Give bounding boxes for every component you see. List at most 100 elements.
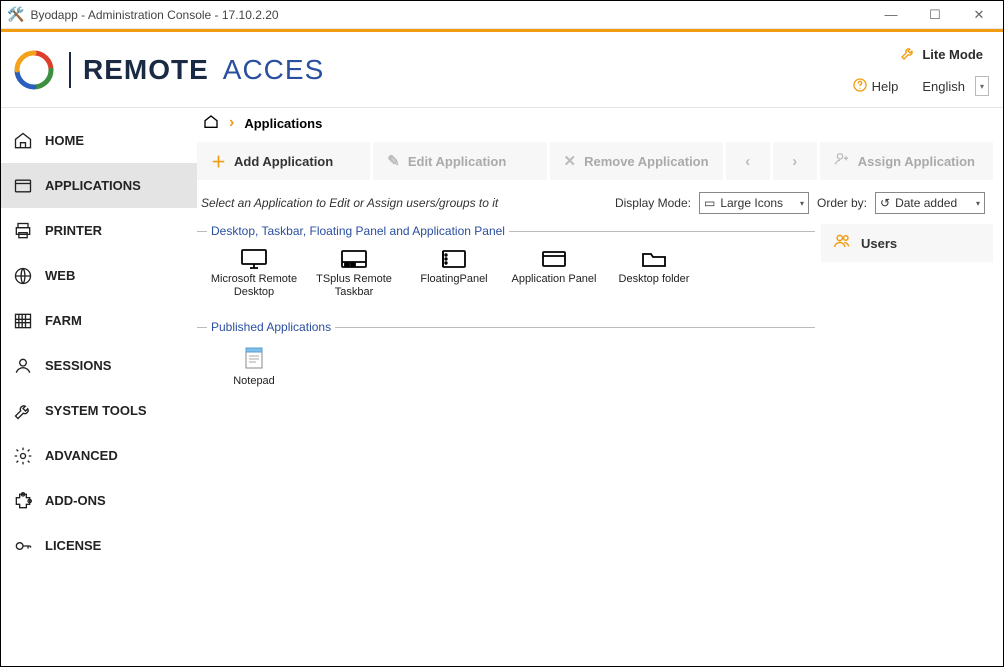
breadcrumb-current: Applications <box>244 116 322 131</box>
printer-icon <box>13 221 33 241</box>
filter-row: Select an Application to Edit or Assign … <box>197 188 993 224</box>
main-content: › Applications ＋ Add Application ✎ Edit … <box>197 108 1003 666</box>
sidebar-item-farm[interactable]: FARM <box>1 298 197 343</box>
header: REMOTE ACCES Lite Mode Help English <box>1 32 1003 108</box>
plus-icon: ＋ <box>211 151 226 172</box>
sidebar: HOME APPLICATIONS PRINTER WEB <box>1 108 197 666</box>
order-by-label: Order by: <box>817 196 867 210</box>
brand-logo: REMOTE ACCES <box>13 49 324 91</box>
hint-text: Select an Application to Edit or Assign … <box>201 196 607 210</box>
assign-application-label: Assign Application <box>858 154 975 169</box>
app-tile-label: Microsoft Remote Desktop <box>207 273 301 298</box>
display-mode-select[interactable]: ▭ Large Icons ▾ <box>699 192 809 214</box>
chevron-left-icon: ‹ <box>745 153 750 170</box>
wrench-icon <box>900 45 916 64</box>
app-tile-label: Desktop folder <box>619 273 690 286</box>
brand-text-left: REMOTE <box>83 54 209 86</box>
order-by-value: Date added <box>895 196 957 210</box>
edit-application-button[interactable]: ✎ Edit Application <box>373 142 546 180</box>
monitor-icon <box>240 248 268 270</box>
app-icon: 🛠️ <box>7 6 24 23</box>
window-minimize-button[interactable]: — <box>869 1 913 29</box>
key-icon <box>13 536 33 556</box>
x-icon: ✕ <box>564 152 577 170</box>
window-close-button[interactable]: ✕ <box>957 1 1001 29</box>
sidebar-item-sessions[interactable]: SESSIONS <box>1 343 197 388</box>
remove-application-label: Remove Application <box>584 154 708 169</box>
toolbar: ＋ Add Application ✎ Edit Application ✕ R… <box>197 142 993 180</box>
app-tile-label: FloatingPanel <box>420 273 487 286</box>
puzzle-icon <box>13 491 33 511</box>
breadcrumb-home-icon[interactable] <box>203 114 219 133</box>
sidebar-item-advanced[interactable]: ADVANCED <box>1 433 197 478</box>
builtin-apps-legend: Desktop, Taskbar, Floating Panel and App… <box>207 224 509 238</box>
pencil-icon: ✎ <box>387 152 400 170</box>
add-application-button[interactable]: ＋ Add Application <box>197 142 370 180</box>
lite-mode-label: Lite Mode <box>922 47 983 62</box>
sidebar-item-label: LICENSE <box>45 538 101 553</box>
sidebar-item-web[interactable]: WEB <box>1 253 197 298</box>
large-icons-icon: ▭ <box>704 196 715 210</box>
breadcrumb: › Applications <box>197 108 993 138</box>
farm-icon <box>13 311 33 331</box>
users-label: Users <box>861 236 897 251</box>
order-by-select[interactable]: ↺ Date added ▾ <box>875 192 985 214</box>
users-icon <box>833 232 851 255</box>
swirl-icon <box>13 49 55 91</box>
sidebar-item-label: APPLICATIONS <box>45 178 141 193</box>
users-button[interactable]: Users <box>821 224 993 262</box>
builtin-apps-group: Desktop, Taskbar, Floating Panel and App… <box>197 224 815 308</box>
sidebar-item-applications[interactable]: APPLICATIONS <box>1 163 197 208</box>
sidebar-item-label: SYSTEM TOOLS <box>45 403 147 418</box>
applications-icon <box>13 176 33 196</box>
window-maximize-button[interactable]: ☐ <box>913 1 957 29</box>
app-tile-remote-taskbar[interactable]: TSplus Remote Taskbar <box>307 246 401 300</box>
sidebar-item-home[interactable]: HOME <box>1 118 197 163</box>
sidebar-item-license[interactable]: LICENSE <box>1 523 197 568</box>
home-icon <box>13 131 33 151</box>
chevron-down-icon[interactable]: ▾ <box>975 76 989 96</box>
notepad-icon <box>240 344 268 372</box>
floating-panel-icon <box>440 248 468 270</box>
titlebar: 🛠️ Byodapp - Administration Console - 17… <box>1 1 1003 29</box>
window-title: Byodapp - Administration Console - 17.10… <box>30 8 278 22</box>
language-selector[interactable]: English ▾ <box>916 74 989 98</box>
display-mode-value: Large Icons <box>720 196 783 210</box>
remove-application-button[interactable]: ✕ Remove Application <box>550 142 723 180</box>
sidebar-item-systemtools[interactable]: SYSTEM TOOLS <box>1 388 197 433</box>
assign-user-icon <box>834 151 850 171</box>
sidebar-item-addons[interactable]: ADD-ONS <box>1 478 197 523</box>
app-tile-remote-desktop[interactable]: Microsoft Remote Desktop <box>207 246 301 300</box>
sidebar-item-label: SESSIONS <box>45 358 111 373</box>
sidebar-item-label: ADD-ONS <box>45 493 106 508</box>
taskbar-icon <box>340 248 368 270</box>
sidebar-item-printer[interactable]: PRINTER <box>1 208 197 253</box>
prev-button[interactable]: ‹ <box>726 142 770 180</box>
chevron-right-icon: › <box>792 153 797 170</box>
history-icon: ↺ <box>880 196 890 210</box>
user-icon <box>13 356 33 376</box>
assign-application-button[interactable]: Assign Application <box>820 142 993 180</box>
help-icon <box>852 77 868 96</box>
chevron-down-icon: ▾ <box>800 199 804 208</box>
app-tile-application-panel[interactable]: Application Panel <box>507 246 601 300</box>
app-tile-floating-panel[interactable]: FloatingPanel <box>407 246 501 300</box>
published-apps-group: Published Applications <box>197 320 815 398</box>
brand-text-right: ACCES <box>223 54 324 86</box>
sidebar-item-label: PRINTER <box>45 223 102 238</box>
lite-mode-button[interactable]: Lite Mode <box>894 41 989 68</box>
add-application-label: Add Application <box>234 154 333 169</box>
app-tile-notepad[interactable]: Notepad <box>207 342 301 390</box>
app-tile-label: TSplus Remote Taskbar <box>307 273 401 298</box>
app-tile-desktop-folder[interactable]: Desktop folder <box>607 246 701 300</box>
display-mode-label: Display Mode: <box>615 196 691 210</box>
help-button[interactable]: Help <box>852 77 899 96</box>
next-button[interactable]: › <box>773 142 817 180</box>
breadcrumb-separator-icon: › <box>229 114 234 132</box>
globe-icon <box>13 266 33 286</box>
app-tile-label: Application Panel <box>511 273 596 286</box>
app-window: 🛠️ Byodapp - Administration Console - 17… <box>0 0 1004 667</box>
app-tile-label: Notepad <box>233 375 275 388</box>
window-icon <box>540 248 568 270</box>
published-apps-legend: Published Applications <box>207 320 335 334</box>
